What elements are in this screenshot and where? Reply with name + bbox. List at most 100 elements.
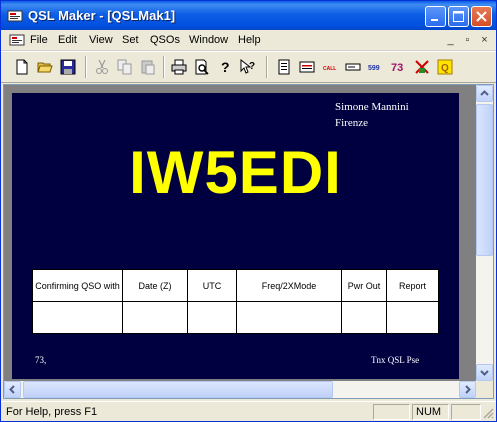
chevron-right-icon	[465, 385, 471, 394]
context-help-icon: ?	[240, 59, 255, 74]
new-button[interactable]	[11, 56, 33, 78]
cut-button[interactable]	[91, 56, 113, 78]
chevron-left-icon	[9, 385, 15, 394]
save-button[interactable]	[57, 56, 79, 78]
print-button[interactable]	[168, 56, 190, 78]
maximize-button[interactable]	[448, 6, 469, 27]
chevron-down-icon	[480, 370, 489, 376]
app-window: QSL Maker - [QSLMak1] File Edit View Set…	[0, 0, 497, 422]
operator-name: Simone Mannini	[335, 101, 409, 113]
svg-text:CALL: CALL	[323, 66, 336, 72]
app-icon[interactable]	[7, 8, 23, 24]
73-icon: 73	[391, 62, 403, 74]
header-confirming: Confirming QSO with	[32, 269, 123, 302]
close-icon	[476, 11, 487, 22]
menu-window[interactable]: Window	[189, 34, 228, 46]
qsl-card[interactable]: Simone Mannini Firenze IW5EDI Confirming…	[12, 93, 459, 379]
grid-button[interactable]	[411, 56, 433, 78]
qso-button[interactable]: Q	[434, 56, 456, 78]
open-icon	[37, 62, 53, 73]
svg-text:73: 73	[391, 62, 403, 74]
mdi-close-button[interactable]: ×	[478, 34, 491, 46]
status-pane-scrl	[451, 404, 481, 420]
header-date: Date (Z)	[122, 269, 188, 302]
field-icon	[345, 63, 361, 71]
qso-icon: Q	[437, 59, 453, 75]
cell-report	[386, 301, 439, 334]
seventy-three-button[interactable]: 73	[388, 56, 410, 78]
toolbar-separator	[266, 56, 268, 78]
title-bar[interactable]: QSL Maker - [QSLMak1]	[1, 1, 496, 30]
callsign: IW5EDI	[129, 139, 342, 206]
status-bar: For Help, press F1 NUM	[1, 401, 496, 421]
cell-utc	[187, 301, 237, 334]
menu-qsos[interactable]: QSOs	[150, 34, 180, 46]
status-pane-caps	[373, 404, 410, 420]
cell-freq-mode	[236, 301, 342, 334]
menu-set[interactable]: Set	[122, 34, 139, 46]
menu-help[interactable]: Help	[238, 34, 261, 46]
toolbar: ? ? CALL 599 73 Q	[1, 51, 496, 83]
window-title: QSL Maker - [QSLMak1]	[28, 8, 176, 23]
field-button[interactable]	[342, 56, 364, 78]
svg-text:?: ?	[249, 61, 255, 72]
operator-city: Firenze	[335, 117, 368, 129]
paste-icon	[141, 60, 155, 75]
open-button[interactable]	[34, 56, 56, 78]
header-utc: UTC	[187, 269, 237, 302]
minimize-button[interactable]	[425, 6, 446, 27]
toolbar-separator	[85, 56, 87, 78]
cell-pwr-out	[341, 301, 387, 334]
about-icon: ?	[221, 59, 230, 75]
mdi-minimize-button[interactable]: _	[444, 34, 457, 46]
status-text: For Help, press F1	[6, 406, 98, 418]
copy-button[interactable]	[114, 56, 136, 78]
close-button[interactable]	[471, 6, 492, 27]
qso-table-header-row: Confirming QSO with Date (Z) UTC Freq/2X…	[32, 269, 439, 302]
menu-view[interactable]: View	[89, 34, 113, 46]
menu-edit[interactable]: Edit	[58, 34, 77, 46]
copy-icon	[117, 59, 132, 75]
print-icon	[171, 59, 187, 75]
maximize-icon	[453, 11, 464, 22]
svg-text:?: ?	[221, 59, 230, 75]
new-icon	[16, 59, 28, 75]
svg-text:Q: Q	[441, 63, 449, 74]
scroll-left-button[interactable]	[4, 381, 21, 398]
rst-599-button[interactable]: 599	[365, 56, 387, 78]
call-icon: CALL	[323, 66, 336, 72]
cut-icon	[96, 59, 108, 74]
qso-table-row	[32, 301, 439, 334]
scroll-down-button[interactable]	[476, 364, 493, 381]
page-button[interactable]	[273, 56, 295, 78]
header-report: Report	[386, 269, 439, 302]
paste-button[interactable]	[137, 56, 159, 78]
page-icon	[278, 59, 290, 75]
grid-icon	[415, 60, 429, 74]
chevron-up-icon	[480, 90, 489, 96]
call-button[interactable]: CALL	[319, 56, 341, 78]
scrollbar-corner	[476, 381, 493, 398]
header-pwr-out: Pwr Out	[341, 269, 387, 302]
vertical-scroll-thumb[interactable]	[476, 104, 493, 256]
cell-confirming	[32, 301, 123, 334]
about-button[interactable]: ?	[214, 56, 236, 78]
toolbar-separator	[163, 56, 165, 78]
status-pane-num: NUM	[412, 404, 449, 420]
scroll-up-button[interactable]	[476, 85, 493, 102]
horizontal-scrollbar[interactable]	[4, 381, 476, 398]
horizontal-scroll-thumb[interactable]	[23, 381, 333, 398]
mdi-restore-button[interactable]: ▫	[461, 34, 474, 46]
context-help-button[interactable]: ?	[237, 56, 259, 78]
footer-73: 73,	[35, 355, 47, 365]
print-preview-button[interactable]	[191, 56, 213, 78]
resize-grip-icon[interactable]	[482, 407, 494, 419]
card-button[interactable]	[296, 56, 318, 78]
card-icon	[299, 61, 315, 73]
document-icon[interactable]	[9, 33, 25, 47]
minimize-icon	[431, 19, 438, 21]
vertical-scrollbar[interactable]	[476, 85, 493, 381]
scroll-right-button[interactable]	[459, 381, 476, 398]
qso-table: Confirming QSO with Date (Z) UTC Freq/2X…	[32, 269, 439, 334]
menu-file[interactable]: File	[30, 34, 48, 46]
